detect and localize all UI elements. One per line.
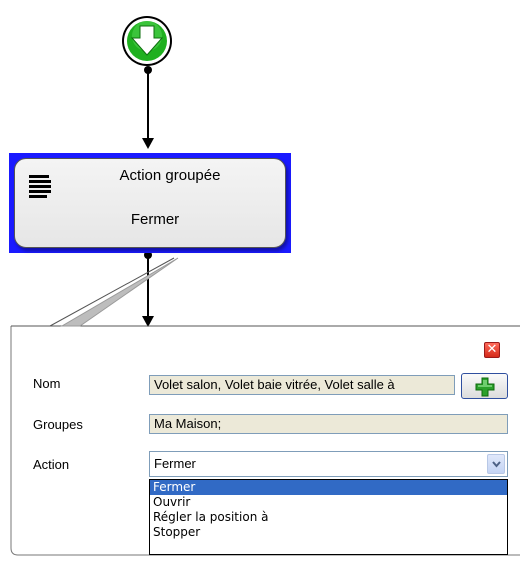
name-label: Nom [33, 376, 61, 391]
add-button[interactable] [461, 373, 508, 399]
start-node[interactable] [120, 14, 174, 68]
groups-field[interactable]: Ma Maison; [149, 414, 508, 434]
dropdown-option-ouvrir[interactable]: Ouvrir [150, 495, 507, 510]
close-icon[interactable]: ✕ [484, 342, 500, 358]
dropdown-option-fermer[interactable]: Fermer [150, 480, 507, 495]
dropdown-option-regler-position[interactable]: Régler la position à [150, 510, 507, 525]
action-node-body: Action groupée Fermer [14, 158, 286, 248]
connector-arrowhead [142, 316, 154, 327]
chevron-down-icon [492, 461, 501, 468]
action-select-value: Fermer [154, 456, 196, 471]
down-arrow-icon [122, 16, 172, 66]
action-node-subtitle: Fermer [130, 211, 180, 228]
plus-icon [475, 377, 495, 397]
action-label: Action [33, 457, 70, 472]
action-dropdown-list: Fermer Ouvrir Régler la position à Stopp… [149, 479, 508, 555]
groups-label: Groupes [33, 417, 83, 432]
action-node[interactable]: Action groupée Fermer [9, 153, 291, 253]
action-select[interactable]: Fermer [149, 451, 508, 477]
dropdown-option-stopper[interactable]: Stopper [150, 525, 507, 540]
action-node-title: Action groupée [119, 167, 221, 184]
dropdown-arrow-button[interactable] [487, 454, 505, 474]
name-field[interactable]: Volet salon, Volet baie vitrée, Volet sa… [149, 375, 455, 395]
connector-arrowhead [142, 138, 154, 149]
callout-pointer [60, 257, 179, 327]
